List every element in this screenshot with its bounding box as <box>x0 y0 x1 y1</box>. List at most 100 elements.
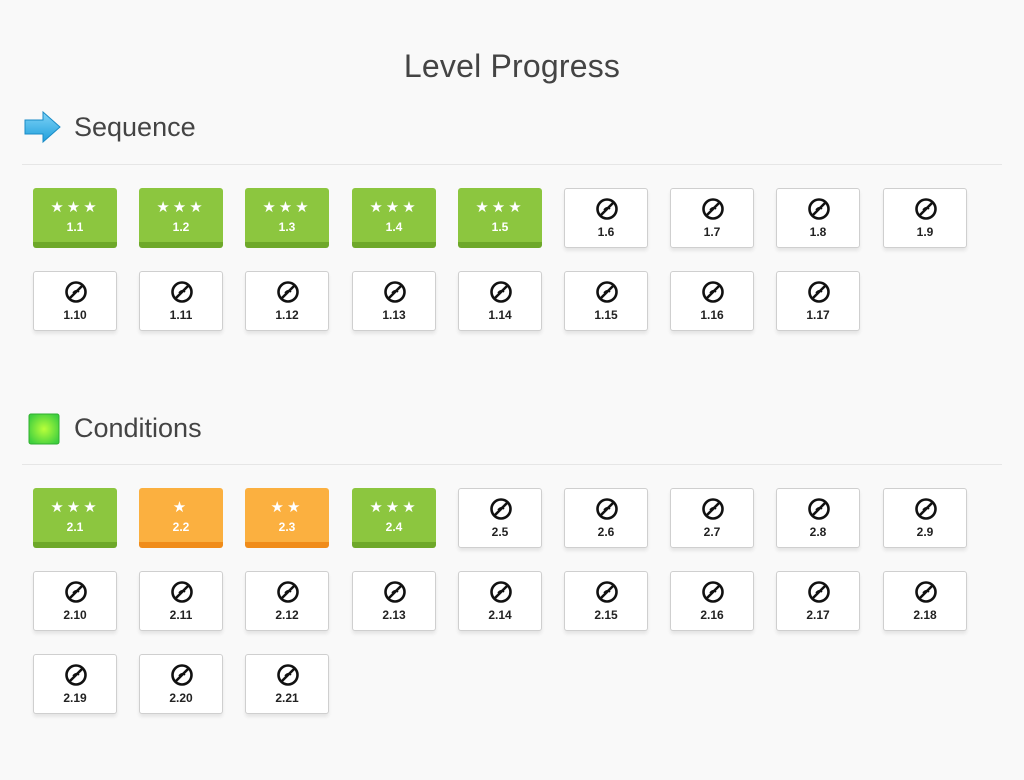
locked-icon <box>276 280 300 304</box>
locked-icon <box>701 280 725 304</box>
level-tile-2.18[interactable]: 2.18 <box>883 571 967 631</box>
level-tile-1.4[interactable]: ★★★ 1.4 <box>352 188 436 248</box>
level-tile-2.11[interactable]: 2.11 <box>139 571 223 631</box>
level-tile-1.15[interactable]: 1.15 <box>564 271 648 331</box>
level-tile-2.2[interactable]: ★ 2.2 <box>139 488 223 548</box>
section-divider <box>22 464 1002 465</box>
locked-icon <box>914 497 938 521</box>
level-number: 2.8 <box>809 525 827 539</box>
section-title: Sequence <box>74 111 196 142</box>
locked-icon <box>595 497 619 521</box>
locked-icon <box>276 663 300 687</box>
green-square-icon <box>22 409 62 447</box>
level-tile-1.14[interactable]: 1.14 <box>458 271 542 331</box>
level-tile-1.1[interactable]: ★★★ 1.1 <box>33 188 117 248</box>
level-tile-1.13[interactable]: 1.13 <box>352 271 436 331</box>
locked-icon <box>64 580 88 604</box>
level-tile-1.6[interactable]: 1.6 <box>564 188 648 248</box>
section-conditions: Conditions ★★★ 2.1 ★ 2.2 ★★ 2.3 ★★★ 2.4 2.5 2.6 2.… <box>22 407 1002 714</box>
level-number: 2.14 <box>488 608 512 622</box>
locked-icon <box>701 580 725 604</box>
section-header: Sequence <box>22 106 1002 148</box>
level-tile-2.9[interactable]: 2.9 <box>883 488 967 548</box>
level-number: 2.12 <box>275 608 299 622</box>
level-tile-2.12[interactable]: 2.12 <box>245 571 329 631</box>
level-number: 1.16 <box>700 308 724 322</box>
star-rating-icon: ★★★ <box>50 498 100 516</box>
level-tile-2.7[interactable]: 2.7 <box>670 488 754 548</box>
locked-icon <box>170 280 194 304</box>
locked-icon <box>170 663 194 687</box>
star-rating-icon: ★★ <box>270 498 304 516</box>
level-tile-2.1[interactable]: ★★★ 2.1 <box>33 488 117 548</box>
level-number: 2.13 <box>382 608 406 622</box>
level-number: 1.15 <box>594 308 618 322</box>
level-number: 1.14 <box>488 308 512 322</box>
level-tile-1.17[interactable]: 1.17 <box>776 271 860 331</box>
level-number: 2.15 <box>594 608 618 622</box>
level-tile-2.4[interactable]: ★★★ 2.4 <box>352 488 436 548</box>
level-tile-1.16[interactable]: 1.16 <box>670 271 754 331</box>
locked-icon <box>807 197 831 221</box>
star-rating-icon: ★★★ <box>156 198 206 216</box>
level-tile-2.8[interactable]: 2.8 <box>776 488 860 548</box>
level-number: 1.9 <box>916 225 934 239</box>
level-tile-2.20[interactable]: 2.20 <box>139 654 223 714</box>
level-tile-1.2[interactable]: ★★★ 1.2 <box>139 188 223 248</box>
level-number: 2.5 <box>491 525 509 539</box>
level-number: 2.3 <box>278 520 296 534</box>
locked-icon <box>595 197 619 221</box>
star-rating-icon: ★★★ <box>262 198 312 216</box>
locked-icon <box>807 580 831 604</box>
star-rating-icon: ★★★ <box>475 198 525 216</box>
level-tile-1.5[interactable]: ★★★ 1.5 <box>458 188 542 248</box>
page-title: Level Progress <box>403 48 621 84</box>
locked-icon <box>383 280 407 304</box>
star-rating-icon: ★★★ <box>369 198 419 216</box>
level-number: 1.8 <box>809 225 827 239</box>
level-tile-2.3[interactable]: ★★ 2.3 <box>245 488 329 548</box>
section-sequence: Sequence ★★★ 1.1 ★★★ 1.2 ★★★ 1.3 ★★★ 1.4 ★★★ 1.5 1… <box>22 106 1002 331</box>
locked-icon <box>914 580 938 604</box>
level-tile-2.17[interactable]: 2.17 <box>776 571 860 631</box>
level-tile-2.5[interactable]: 2.5 <box>458 488 542 548</box>
level-tile-2.13[interactable]: 2.13 <box>352 571 436 631</box>
level-number: 1.11 <box>169 308 193 322</box>
locked-icon <box>595 580 619 604</box>
level-number: 1.17 <box>806 308 830 322</box>
locked-icon <box>276 580 300 604</box>
locked-icon <box>170 580 194 604</box>
level-tile-2.15[interactable]: 2.15 <box>564 571 648 631</box>
level-tile-1.11[interactable]: 1.11 <box>139 271 223 331</box>
level-tile-2.14[interactable]: 2.14 <box>458 571 542 631</box>
level-tile-2.19[interactable]: 2.19 <box>33 654 117 714</box>
level-tile-2.21[interactable]: 2.21 <box>245 654 329 714</box>
level-tile-2.6[interactable]: 2.6 <box>564 488 648 548</box>
level-tile-1.8[interactable]: 1.8 <box>776 188 860 248</box>
arrow-right-icon <box>22 108 62 146</box>
level-number: 1.3 <box>278 220 296 234</box>
level-number: 1.2 <box>172 220 190 234</box>
level-number: 2.4 <box>385 520 403 534</box>
locked-icon <box>383 580 407 604</box>
level-number: 2.10 <box>63 608 87 622</box>
level-number: 2.20 <box>169 691 193 705</box>
locked-icon <box>489 280 513 304</box>
level-tile-2.10[interactable]: 2.10 <box>33 571 117 631</box>
level-number: 2.11 <box>169 608 193 622</box>
star-rating-icon: ★★★ <box>369 498 419 516</box>
locked-icon <box>595 280 619 304</box>
level-tile-1.9[interactable]: 1.9 <box>883 188 967 248</box>
level-tile-1.12[interactable]: 1.12 <box>245 271 329 331</box>
locked-icon <box>489 580 513 604</box>
star-rating-icon: ★★★ <box>50 198 100 216</box>
locked-icon <box>701 197 725 221</box>
level-tile-1.10[interactable]: 1.10 <box>33 271 117 331</box>
level-tile-1.3[interactable]: ★★★ 1.3 <box>245 188 329 248</box>
level-number: 1.5 <box>491 220 509 234</box>
level-tile-2.16[interactable]: 2.16 <box>670 571 754 631</box>
level-number: 1.4 <box>385 220 403 234</box>
locked-icon <box>489 497 513 521</box>
level-number: 2.2 <box>172 520 190 534</box>
level-tile-1.7[interactable]: 1.7 <box>670 188 754 248</box>
